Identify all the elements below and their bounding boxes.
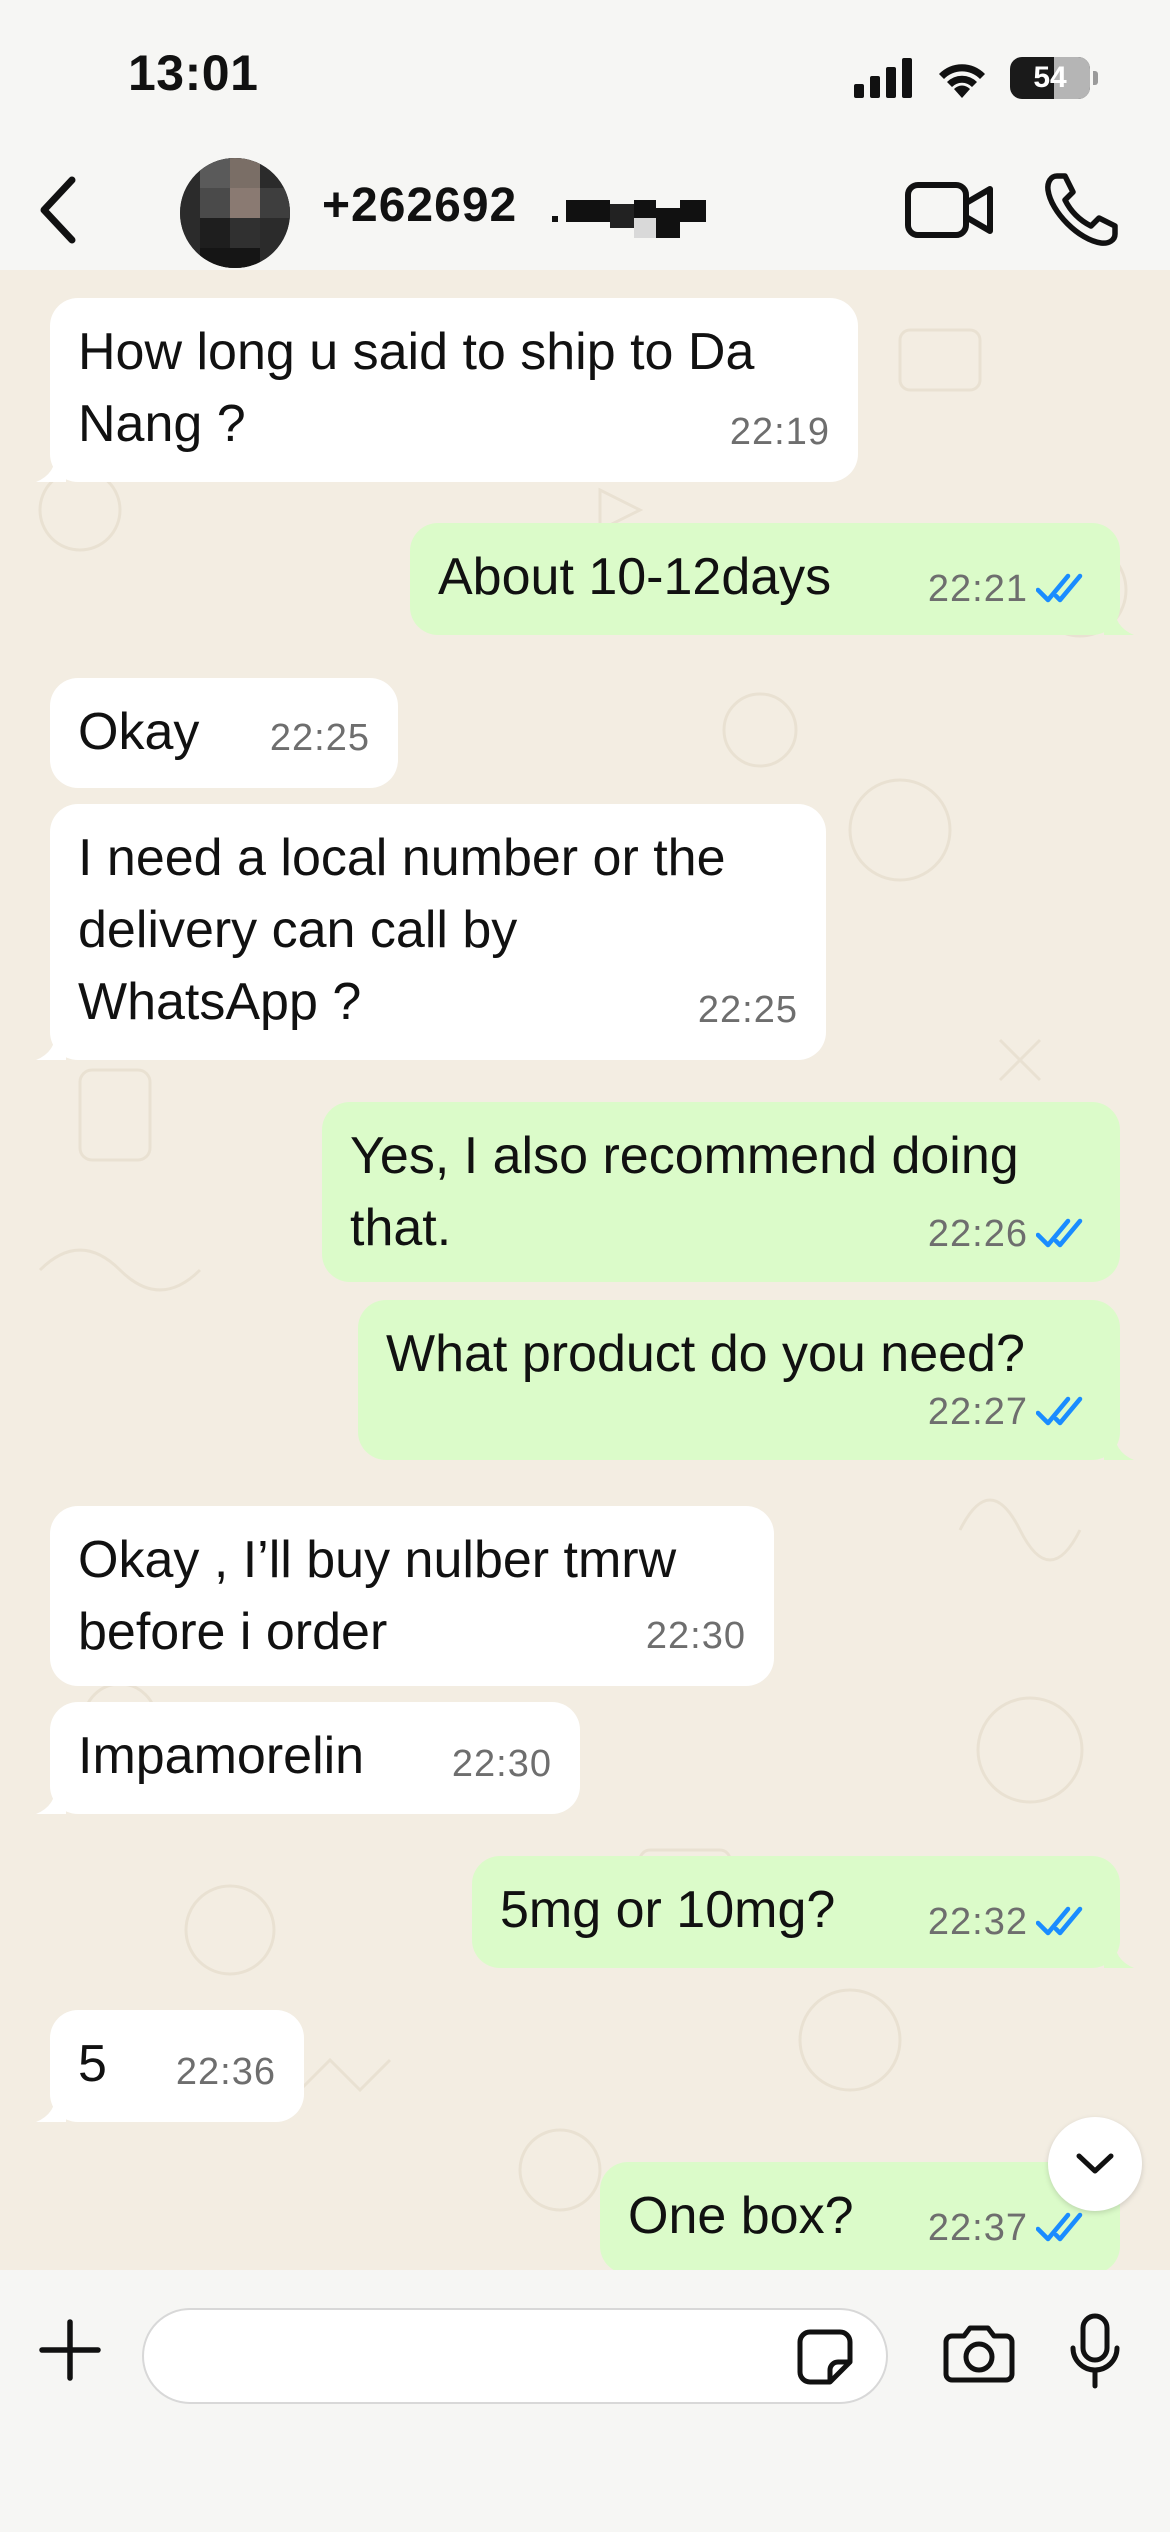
status-bar: 13:01 54 bbox=[0, 0, 1170, 150]
read-receipt-icon bbox=[1036, 1218, 1083, 1248]
phone-call-button[interactable] bbox=[1036, 170, 1126, 250]
message-text: How long u said to ship to Da bbox=[78, 323, 755, 381]
message-text: I need a local number or the bbox=[78, 829, 726, 887]
message-time: 22:26 bbox=[927, 1213, 1028, 1255]
message-incoming[interactable]: 5 22:36 bbox=[36, 2010, 304, 2122]
chat-header: +262692 bbox=[0, 150, 1170, 270]
message-incoming[interactable]: Impamorelin 22:30 bbox=[36, 1702, 580, 1814]
contact-avatar[interactable] bbox=[180, 158, 290, 268]
read-receipt-icon bbox=[1036, 1906, 1083, 1936]
read-receipt-icon bbox=[1036, 2212, 1083, 2242]
scroll-to-bottom-button[interactable] bbox=[1048, 2117, 1142, 2211]
message-incoming[interactable]: How long u said to ship to Da Nang ? 22:… bbox=[36, 298, 858, 482]
wifi-icon bbox=[939, 64, 985, 98]
attach-button[interactable] bbox=[30, 2310, 110, 2390]
microphone-icon bbox=[1070, 2313, 1120, 2389]
read-receipt-icon bbox=[1036, 573, 1083, 603]
message-incoming[interactable]: Okay 22:25 bbox=[50, 678, 398, 788]
chevron-down-icon bbox=[1076, 2153, 1114, 2174]
phone-call-icon bbox=[1045, 173, 1118, 246]
message-outgoing[interactable]: One box? 22:37 bbox=[600, 2162, 1120, 2270]
video-call-icon bbox=[905, 182, 993, 238]
microphone-button[interactable] bbox=[1054, 2306, 1136, 2398]
battery-icon: 54 bbox=[1010, 57, 1098, 99]
message-time: 22:32 bbox=[927, 1901, 1028, 1943]
message-text: Okay , I’ll buy nulber tmrw bbox=[78, 1531, 677, 1589]
message-outgoing[interactable]: What product do you need? 22:27 bbox=[358, 1300, 1134, 1460]
composer-bar bbox=[0, 2270, 1170, 2532]
signal-icon bbox=[854, 58, 912, 98]
message-time: 22:21 bbox=[927, 568, 1028, 610]
message-text: delivery can call by bbox=[78, 901, 518, 959]
sticker-icon bbox=[797, 2329, 853, 2385]
message-input[interactable] bbox=[174, 2310, 774, 2402]
message-time: 22:25 bbox=[697, 989, 798, 1031]
message-time: 22:36 bbox=[175, 2051, 276, 2093]
message-incoming[interactable]: Okay , I’ll buy nulber tmrw before i ord… bbox=[50, 1506, 774, 1686]
message-outgoing[interactable]: Yes, I also recommend doing that. 22:26 bbox=[322, 1102, 1120, 1282]
chat-area[interactable]: How long u said to ship to Da Nang ? 22:… bbox=[0, 270, 1170, 2270]
battery-level: 54 bbox=[1033, 61, 1067, 94]
camera-button[interactable] bbox=[938, 2312, 1020, 2394]
message-text: Yes, I also recommend doing bbox=[350, 1127, 1019, 1185]
back-button[interactable] bbox=[18, 170, 98, 250]
contact-name[interactable]: +262692 bbox=[322, 178, 517, 233]
read-receipt-icon bbox=[1036, 1396, 1083, 1426]
sticker-button[interactable] bbox=[792, 2324, 858, 2390]
message-time: 22:37 bbox=[927, 2207, 1028, 2249]
message-outgoing[interactable]: About 10-12days 22:21 bbox=[410, 523, 1134, 635]
message-outgoing[interactable]: 5mg or 10mg? 22:32 bbox=[472, 1856, 1134, 1968]
status-time: 13:01 bbox=[128, 45, 259, 101]
back-chevron-icon bbox=[40, 176, 76, 244]
message-time: 22:30 bbox=[645, 1615, 746, 1657]
plus-icon bbox=[39, 2319, 101, 2381]
status-icons: 54 bbox=[854, 56, 1098, 100]
message-time: 22:19 bbox=[729, 411, 830, 453]
video-call-button[interactable] bbox=[900, 170, 1000, 250]
message-time: 22:27 bbox=[927, 1391, 1028, 1433]
message-input-container[interactable] bbox=[142, 2308, 888, 2404]
message-text: WhatsApp ? bbox=[78, 973, 362, 1031]
message-text: Nang ? bbox=[78, 395, 246, 453]
message-time: 22:25 bbox=[269, 717, 370, 759]
message-incoming[interactable]: I need a local number or the delivery ca… bbox=[36, 804, 826, 1060]
camera-icon bbox=[943, 2325, 1015, 2383]
redacted-number bbox=[552, 194, 708, 240]
message-time: 22:30 bbox=[451, 1743, 552, 1785]
